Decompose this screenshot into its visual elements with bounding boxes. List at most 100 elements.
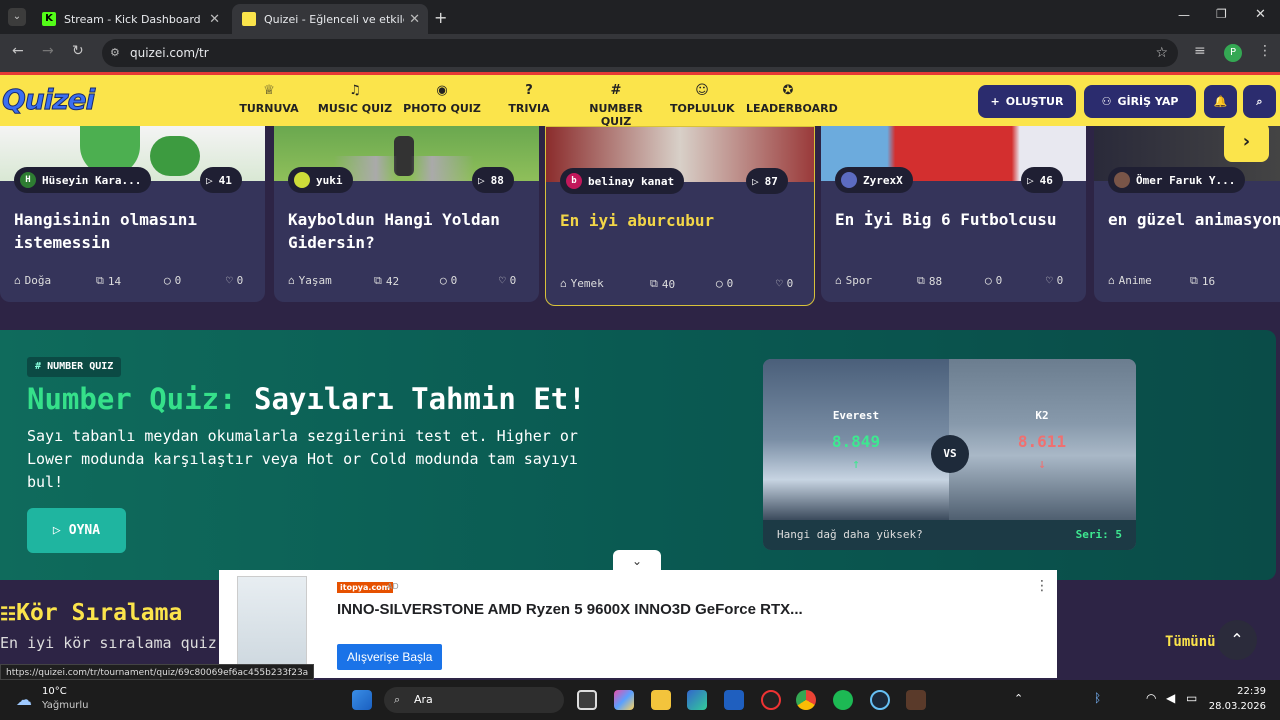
task-view-icon[interactable] — [577, 690, 597, 710]
nav-topluluk[interactable]: ☺ TOPLULUK — [670, 83, 735, 115]
card-items: ⧉ 14 — [96, 274, 121, 288]
nav-label: TOPLULUK — [670, 102, 735, 115]
play-circle-icon: ▷ — [52, 523, 61, 538]
new-tab-icon[interactable]: + — [434, 8, 447, 27]
author-chip[interactable]: H Hüseyin Kara... — [14, 167, 152, 193]
store-icon[interactable] — [724, 690, 744, 710]
card-category: ⌂ Yemek — [560, 277, 604, 290]
heart-icon: ♡ — [226, 274, 233, 287]
ad-brand-logo: itopya.com — [337, 582, 394, 593]
window-close-icon[interactable]: ✕ — [1255, 7, 1266, 22]
weather-icon: ☁ — [16, 690, 32, 709]
quiz-card[interactable]: ZyrexX ▷ 46 En İyi Big 6 Futbolcusu ⌂ Spor… — [821, 126, 1086, 302]
images-icon: ⧉ — [374, 274, 382, 287]
card-category: ⌂ Doğa — [14, 274, 51, 287]
steam-icon[interactable] — [870, 690, 890, 710]
battery-icon[interactable]: ▭ — [1186, 691, 1197, 705]
see-all-link[interactable]: Tümünü — [1165, 634, 1216, 650]
nav-photo-quiz[interactable]: ◉ PHOTO QUIZ — [403, 83, 481, 115]
trophy-icon: ♕ — [263, 83, 275, 98]
edge-icon[interactable] — [687, 690, 707, 710]
reload-icon[interactable]: ↻ — [72, 43, 84, 59]
comment-count: 0 — [995, 274, 1003, 287]
category-label: Yemek — [570, 277, 604, 290]
nav-turnuva[interactable]: ♕ TURNUVA — [238, 83, 300, 115]
ad-title[interactable]: INNO-SILVERSTONE AMD Ryzen 5 9600X INNO3… — [337, 601, 803, 618]
quiz-card[interactable]: b belinay kanat ▷ 87 En iyi aburcubur ⌂ Yem… — [545, 126, 815, 306]
file-explorer-icon[interactable] — [651, 690, 671, 710]
volume-icon[interactable]: ◀ — [1166, 691, 1175, 705]
chrome-icon[interactable] — [796, 690, 816, 710]
minimize-icon[interactable]: — — [1178, 8, 1190, 22]
back-icon[interactable]: ← — [12, 43, 24, 59]
item-count: 16 — [1201, 274, 1216, 288]
scroll-top-button[interactable]: ⌃ — [1217, 620, 1257, 660]
quiz-card[interactable]: yuki ▷ 88 Kayboldun Hangi Yoldan Gidersin… — [274, 126, 539, 302]
search-label: Ara — [414, 693, 433, 706]
play-icon: ▷ — [206, 173, 213, 187]
game-footer: Hangi dağ daha yüksek? Seri: 5 — [763, 520, 1136, 550]
clock-date[interactable]: 28.03.2026 — [1206, 701, 1266, 712]
avatar: b — [566, 173, 582, 189]
site-logo[interactable]: Quizei — [1, 83, 95, 117]
card-likes: ♡ 0 — [499, 274, 516, 287]
ad-cta-button[interactable]: Alışverişe Başla — [337, 644, 443, 670]
tray-overflow-icon[interactable]: ⌃ — [1014, 692, 1023, 705]
like-count: 0 — [1056, 274, 1064, 287]
ad-menu-icon[interactable]: ⋮ — [1035, 578, 1049, 594]
card-category: ⌂ Spor — [835, 274, 872, 287]
app-icon[interactable] — [761, 690, 781, 710]
images-icon: ⧉ — [650, 277, 658, 290]
avatar: H — [20, 172, 36, 188]
author-chip[interactable]: ZyrexX — [835, 167, 913, 193]
create-button[interactable]: + OLUŞTUR — [978, 85, 1076, 118]
card-items: ⧉ 40 — [650, 277, 675, 291]
question-icon: ? — [525, 83, 533, 98]
play-count: 88 — [490, 173, 504, 187]
weather-desc: Yağmurlu — [42, 700, 89, 711]
profile-avatar[interactable]: P — [1224, 44, 1242, 62]
nav-music-quiz[interactable]: ♫ MUSIC QUIZ — [316, 83, 394, 115]
bookmark-star-icon[interactable]: ☆ — [1155, 39, 1168, 67]
tab-kick-dashboard[interactable]: K Stream - Kick Dashboard ✕ — [32, 4, 228, 34]
close-icon[interactable]: ✕ — [409, 12, 420, 27]
author-chip[interactable]: yuki — [288, 167, 353, 193]
carousel-next-button[interactable]: › — [1224, 122, 1269, 162]
ad-banner[interactable]: itopya.com AD INNO-SILVERSTONE AMD Ryzen… — [219, 570, 1057, 678]
reading-list-icon[interactable]: ≡ — [1194, 43, 1206, 59]
taskbar-search[interactable]: ⌕ Ara — [384, 687, 564, 713]
tab-quizei[interactable]: Quizei - Eğlenceli ve etkileşimli ✕ — [232, 4, 428, 34]
close-icon[interactable]: ✕ — [209, 12, 220, 27]
address-bar[interactable]: ⚙ quizei.com/tr ☆ — [102, 39, 1178, 67]
copilot-icon[interactable] — [614, 690, 634, 710]
notifications-button[interactable]: 🔔 — [1204, 85, 1237, 118]
number-quiz-section: # NUMBER QUIZ Number Quiz: Sayıları Tahm… — [0, 330, 1276, 580]
maximize-icon[interactable]: ❐ — [1216, 7, 1227, 21]
card-items: ⧉ 16 — [1190, 274, 1215, 288]
ad-collapse-toggle[interactable]: ⌄ — [613, 550, 661, 572]
search-button[interactable]: ⌕ — [1243, 85, 1276, 118]
wifi-icon[interactable]: ◠ — [1146, 691, 1156, 705]
play-count: 41 — [218, 173, 232, 187]
bluetooth-icon[interactable]: ᛒ — [1094, 691, 1101, 705]
nav-trivia[interactable]: ? TRIVIA — [500, 83, 558, 115]
nav-number-quiz[interactable]: # NUMBER QUIZ — [573, 83, 659, 128]
ad-product-image — [237, 576, 307, 666]
author-chip[interactable]: b belinay kanat — [560, 168, 685, 194]
author-chip[interactable]: Ömer Faruk Y... — [1108, 167, 1246, 193]
user-icon: ⚇ — [1101, 95, 1112, 108]
nav-leaderboard[interactable]: ✪ LEADERBOARD — [746, 83, 838, 115]
menu-icon[interactable]: ⋮ — [1258, 43, 1272, 59]
site-info-icon[interactable]: ⚙ — [110, 39, 120, 67]
tab-title: Stream - Kick Dashboard — [64, 12, 201, 26]
clock-time[interactable]: 22:39 — [1216, 686, 1266, 697]
quizei-favicon-icon — [242, 12, 256, 26]
start-button[interactable] — [352, 690, 372, 710]
forward-icon[interactable]: → — [42, 43, 54, 59]
game-icon[interactable] — [906, 690, 926, 710]
tab-search-button[interactable]: ⌄ — [8, 8, 26, 26]
play-button[interactable]: ▷ OYNA — [27, 508, 126, 553]
spotify-icon[interactable] — [833, 690, 853, 710]
login-button[interactable]: ⚇ GİRİŞ YAP — [1084, 85, 1196, 118]
quiz-card[interactable]: H Hüseyin Kara... ▷ 41 Hangisinin olmasını… — [0, 126, 265, 302]
